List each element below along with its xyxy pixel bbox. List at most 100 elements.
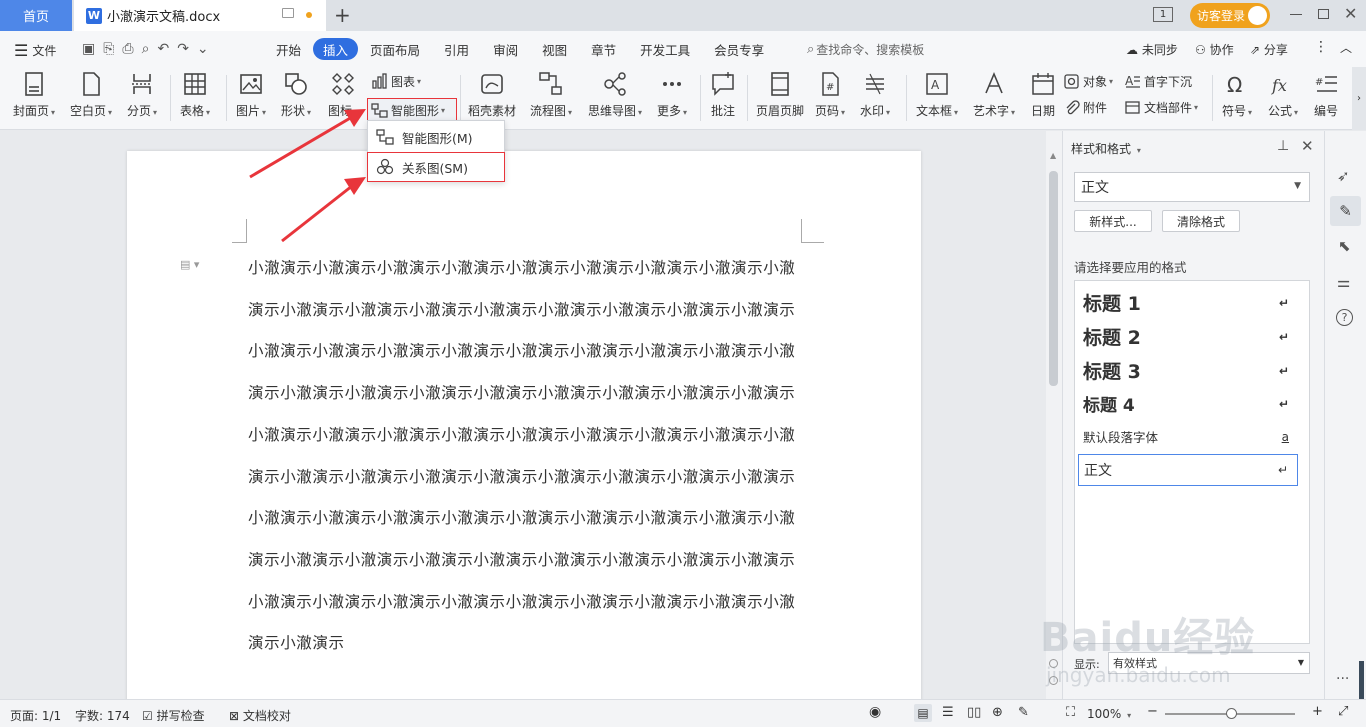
page-count-icon[interactable]: 1 — [1153, 7, 1173, 22]
zoom-slider-thumb[interactable] — [1226, 708, 1237, 719]
proofread-button[interactable]: ⊠ 文档校对 — [229, 707, 291, 724]
style-list: 标题 1 ↵ 标题 2 ↵ 标题 3 ↵ 标题 4 ↵ 默认段落字体 a 正文 ↵ — [1074, 280, 1310, 644]
zoom-in-icon[interactable]: + — [1312, 704, 1323, 719]
new-tab-button[interactable]: + — [334, 3, 351, 27]
flowchart-button[interactable]: 流程图 ▾ — [530, 71, 572, 119]
clear-format-button[interactable]: 清除格式 — [1162, 210, 1240, 232]
symbol-button[interactable]: Ω 符号 ▾ — [1222, 71, 1252, 119]
fullscreen-icon[interactable]: ⤢ — [1338, 704, 1348, 719]
style-item-heading-2[interactable]: 标题 2 ↵ — [1083, 323, 1303, 350]
relationship-chart-menu-item[interactable]: 关系图(SM) — [367, 152, 505, 182]
tab-member[interactable]: 会员专享 — [702, 38, 776, 60]
more-options-icon[interactable]: ⋮ — [1314, 39, 1328, 55]
home-tab[interactable]: 首页 — [0, 0, 72, 31]
shape-icon — [285, 73, 307, 95]
object-icon — [1064, 74, 1079, 89]
style-item-heading-1[interactable]: 标题 1 ↵ — [1083, 289, 1303, 316]
docpart-button[interactable]: 文档部件 ▾ — [1124, 99, 1198, 116]
formula-button[interactable]: fx 公式 ▾ — [1268, 71, 1298, 119]
word-count[interactable]: 字数: 174 — [75, 707, 130, 724]
numbering-button[interactable]: # 编号 — [1313, 71, 1339, 119]
style-item-normal[interactable]: 正文 ↵ — [1078, 454, 1298, 486]
ribbon-scroll-right-icon[interactable]: › — [1352, 67, 1366, 130]
zoom-select[interactable]: 100% ▾ — [1087, 707, 1131, 721]
paragraph-handle-icon[interactable]: ▤ ▾ — [180, 258, 199, 271]
scroll-up-icon[interactable]: ▲ — [1050, 151, 1056, 160]
chart-button[interactable]: 图表 ▾ — [371, 73, 421, 90]
blank-page-button[interactable]: 空白页 ▾ — [70, 71, 112, 119]
mindmap-button[interactable]: 思维导图 ▾ — [588, 71, 642, 119]
collab-button[interactable]: ⚇ 协作 — [1195, 41, 1234, 58]
document-body-text[interactable]: 小澈演示小澈演示小澈演示小澈演示小澈演示小澈演示小澈演示小澈演示小澈演示小澈演示… — [248, 248, 808, 665]
dropcap-button[interactable]: A 首字下沉 — [1124, 73, 1192, 90]
sliders-icon[interactable]: ⚌ — [1337, 273, 1350, 291]
spell-check-button[interactable]: ☑ 拼写检查 — [142, 707, 205, 724]
close-window-icon[interactable]: ✕ — [1344, 4, 1357, 23]
web-view-icon[interactable]: ⊕ — [992, 705, 1003, 720]
tab-start[interactable]: 开始 — [264, 38, 313, 60]
show-filter-select[interactable]: 有效样式 ▼ — [1108, 652, 1310, 674]
tab-references[interactable]: 引用 — [432, 38, 481, 60]
date-button[interactable]: 日期 — [1030, 71, 1056, 119]
more-dots-icon[interactable]: ··· — [1336, 671, 1349, 687]
scroll-prev-icon[interactable] — [1049, 659, 1058, 668]
page-indicator[interactable]: 页面: 1/1 — [10, 707, 61, 724]
zoom-out-icon[interactable]: − — [1147, 704, 1158, 719]
tab-insert[interactable]: 插入 — [313, 38, 359, 60]
outline-view-icon[interactable]: ☰ — [942, 705, 954, 720]
smartart-menu-item[interactable]: 智能图形(M) — [368, 123, 504, 151]
wordart-button[interactable]: 艺术字 ▾ — [973, 71, 1015, 119]
restore-icon[interactable] — [1318, 9, 1329, 19]
cursor-select-icon[interactable]: ⬉ — [1338, 237, 1351, 255]
share-button[interactable]: ⇗ 分享 — [1250, 41, 1288, 58]
page-break-button[interactable]: 分页 ▾ — [127, 71, 157, 119]
help-icon[interactable]: ? — [1336, 309, 1353, 326]
more-button[interactable]: 更多 ▾ — [657, 71, 687, 119]
daoke-material-button[interactable]: 稻壳素材 — [468, 71, 516, 119]
style-item-heading-4[interactable]: 标题 4 ↵ — [1083, 391, 1303, 416]
panel-title[interactable]: 样式和格式 ▾ — [1071, 140, 1141, 157]
sync-button[interactable]: ☁ 未同步 — [1126, 41, 1178, 58]
scrollbar-thumb[interactable] — [1049, 171, 1058, 386]
reading-view-icon[interactable]: ▯▯ — [967, 705, 981, 720]
tab-view[interactable]: 视图 — [530, 38, 579, 60]
fit-page-icon[interactable]: ⛶ — [1066, 705, 1075, 720]
tab-developer[interactable]: 开发工具 — [628, 38, 702, 60]
ribbon-divider — [700, 75, 701, 121]
textbox-button[interactable]: A 文本框 ▾ — [916, 71, 958, 119]
attachment-button[interactable]: 附件 — [1063, 99, 1107, 116]
style-pen-icon[interactable]: ✎ — [1330, 196, 1361, 226]
page-view-icon[interactable]: ▤ — [914, 704, 932, 722]
scroll-next-icon[interactable] — [1049, 676, 1058, 685]
page-number-button[interactable]: # 页码 ▾ — [815, 71, 845, 119]
comment-button[interactable]: 批注 — [710, 71, 736, 119]
tab-review[interactable]: 审阅 — [481, 38, 530, 60]
cover-page-button[interactable]: 封面页 ▾ — [13, 71, 55, 119]
write-view-icon[interactable]: ✎ — [1018, 705, 1029, 720]
quick-access-toolbar[interactable]: ▣⎘⎙⌕↶↷⌄ — [82, 41, 217, 57]
login-button[interactable]: 访客登录 — [1190, 3, 1270, 28]
style-item-default-font[interactable]: 默认段落字体 a — [1083, 427, 1303, 446]
header-footer-button[interactable]: 页眉页脚 — [756, 71, 804, 119]
new-style-button[interactable]: 新样式... — [1074, 210, 1152, 232]
character-style-icon: a — [1281, 429, 1289, 444]
omega-symbol-icon: Ω — [1227, 73, 1242, 97]
table-button[interactable]: 表格 ▾ — [180, 71, 210, 119]
pin-icon[interactable]: ⊥ — [1277, 138, 1289, 154]
minimize-icon[interactable] — [1290, 14, 1302, 15]
rocket-icon[interactable]: ➶ — [1337, 167, 1350, 185]
object-button[interactable]: 对象 ▾ — [1063, 73, 1113, 90]
file-menu-button[interactable]: ☰ 文件 — [14, 41, 56, 60]
tab-section[interactable]: 章节 — [579, 38, 628, 60]
vertical-scrollbar[interactable]: ▲ — [1046, 131, 1062, 699]
eye-protection-icon[interactable]: ◉ — [869, 704, 881, 720]
command-search[interactable]: ⌕ 查找命令、搜索模板 — [807, 41, 924, 58]
collapse-ribbon-icon[interactable]: ︿ — [1340, 39, 1352, 56]
tab-layout[interactable]: 页面布局 — [358, 38, 432, 60]
watermark-button[interactable]: 水印 ▾ — [860, 71, 890, 119]
document-tab[interactable]: W 小澈演示文稿.docx — [74, 0, 326, 31]
current-style-select[interactable]: 正文 ▼ — [1074, 172, 1310, 202]
style-item-heading-3[interactable]: 标题 3 ↵ — [1083, 357, 1303, 384]
monitor-icon[interactable] — [282, 8, 294, 18]
close-panel-icon[interactable]: ✕ — [1301, 137, 1314, 155]
